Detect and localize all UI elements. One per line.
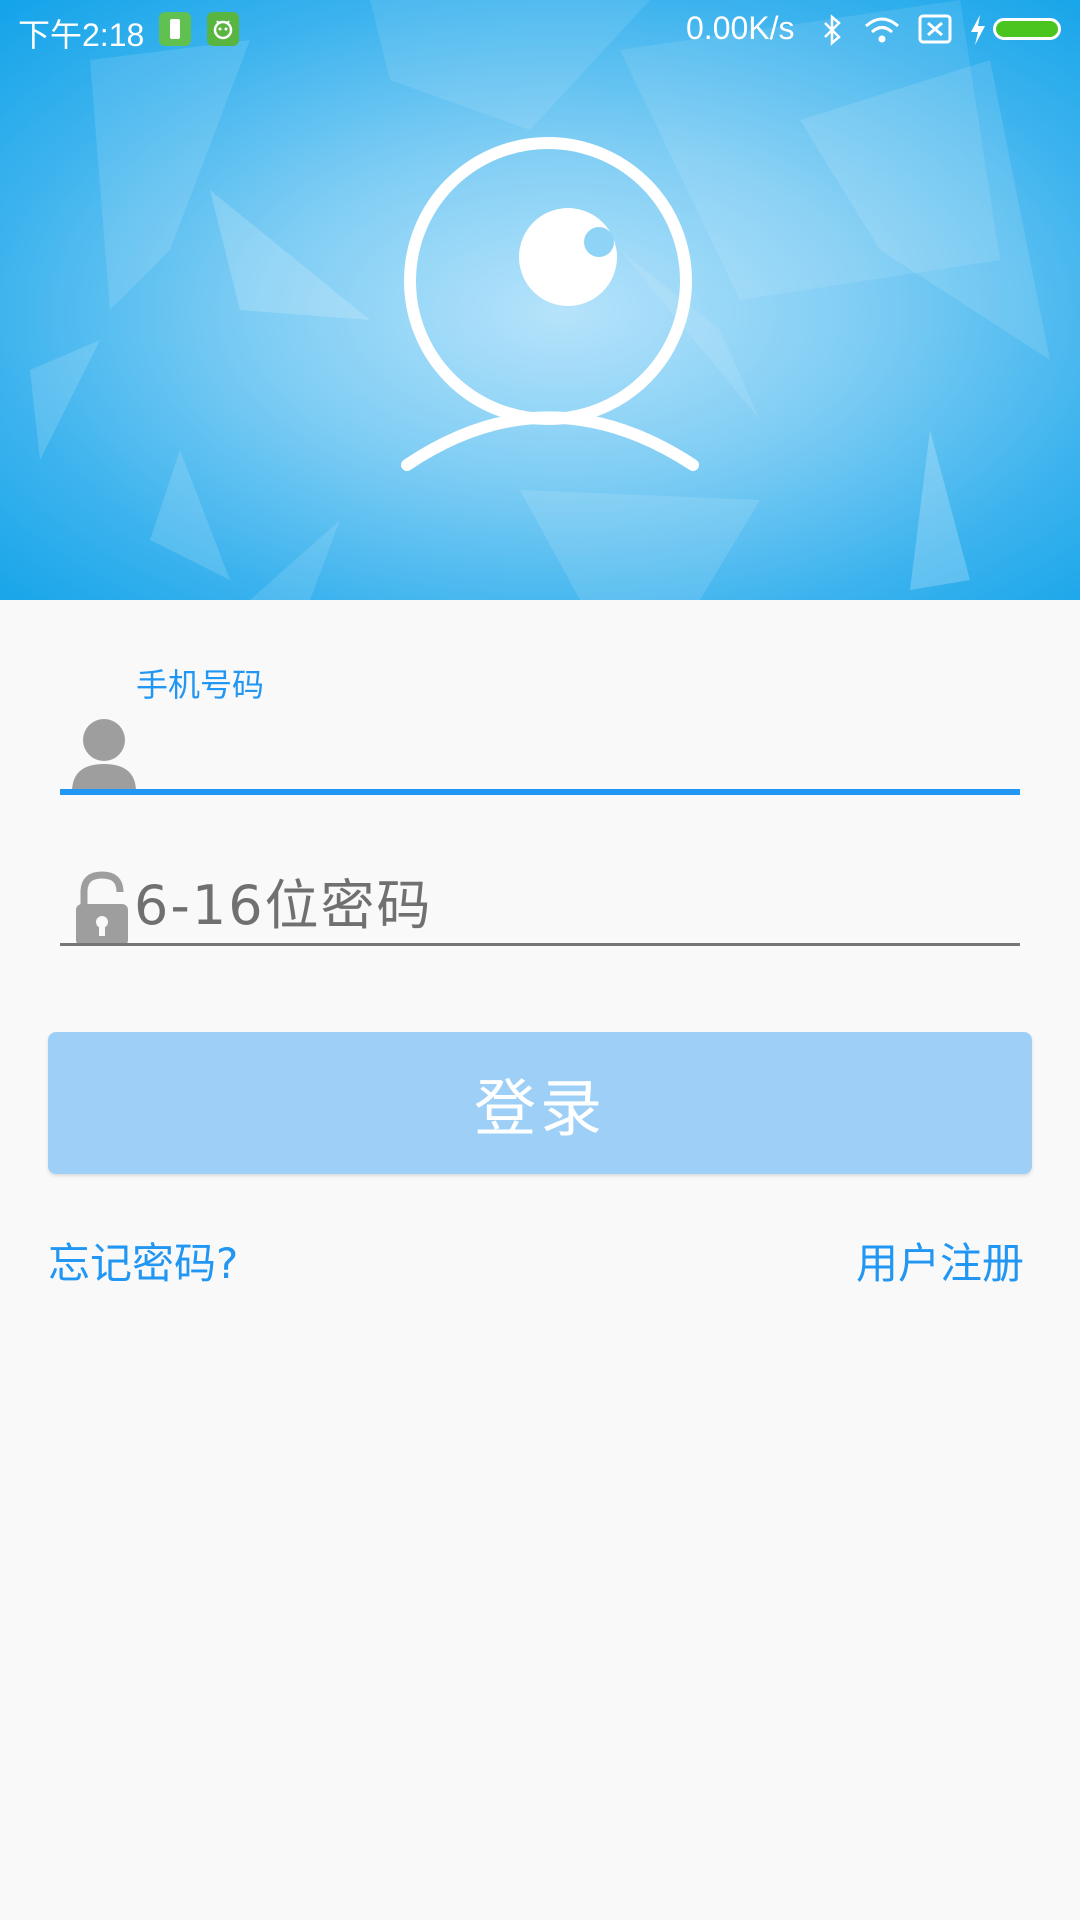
phone-floating-label: 手机号码	[136, 666, 265, 704]
battery-saver-icon	[159, 12, 191, 46]
user-icon	[72, 719, 136, 792]
phone-input[interactable]	[134, 720, 1014, 786]
lock-open-icon	[76, 871, 128, 946]
network-speed: 0.00K/s	[686, 10, 795, 46]
bluetooth-icon	[824, 14, 841, 46]
battery-icon	[993, 18, 1061, 40]
status-bar: 下午2:18 0.00K/s	[0, 0, 1080, 60]
register-link[interactable]: 用户注册	[856, 1230, 1024, 1291]
android-icon	[207, 12, 239, 46]
webcam-eye-icon	[401, 137, 699, 471]
password-input-underline	[60, 943, 1020, 946]
wifi-icon	[865, 17, 899, 43]
login-button[interactable]: 登录	[48, 1032, 1032, 1174]
charging-icon	[971, 15, 985, 45]
header-banner: 下午2:18 0.00K/s	[0, 0, 1080, 600]
status-time: 下午2:18	[18, 17, 145, 53]
forgot-password-link[interactable]: 忘记密码?	[48, 1230, 238, 1291]
sim-off-icon	[918, 14, 952, 44]
phone-input-underline	[60, 789, 1020, 795]
password-input[interactable]: 6-16位密码	[134, 868, 1014, 944]
